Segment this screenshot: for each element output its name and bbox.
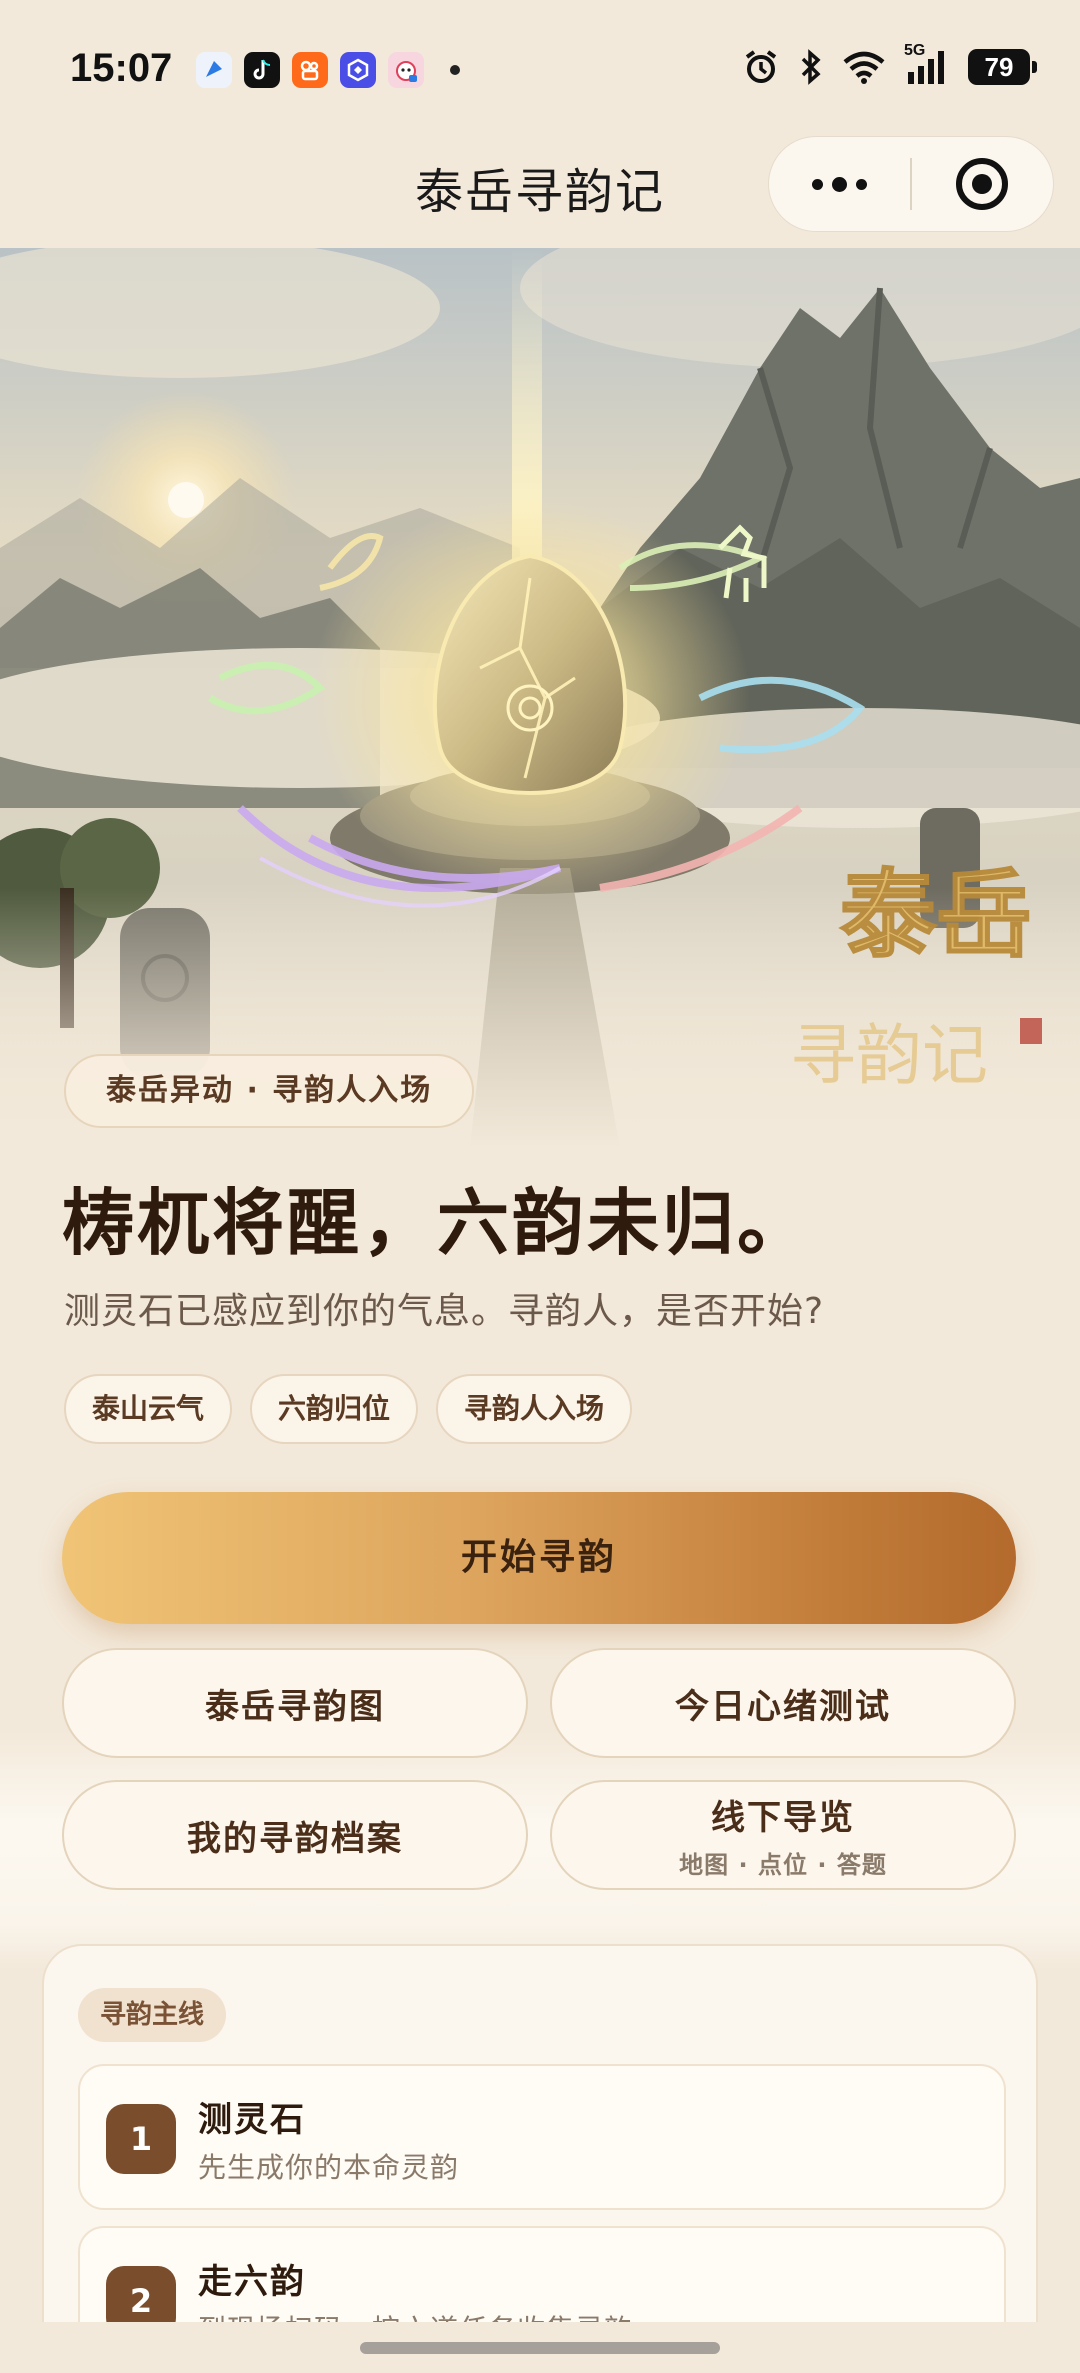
hero-logo-text: 泰岳 (840, 858, 1032, 971)
mood-test-button[interactable]: 今日心绪测试 (550, 1648, 1016, 1758)
step-description: 先生成你的本命灵韵 (198, 2151, 460, 2184)
close-mini-program-button[interactable] (912, 136, 1053, 232)
step-number: 1 (106, 2104, 176, 2174)
home-indicator[interactable] (360, 2342, 720, 2354)
hero-tag: 泰岳异动 · 寻韵人入场 (64, 1054, 475, 1128)
map-button[interactable]: 泰岳寻韵图 (62, 1648, 528, 1758)
theme-chips: 泰山云气 六韵归位 寻韵人入场 (64, 1374, 633, 1444)
more-button[interactable] (769, 136, 910, 232)
status-bar: 15:07 5G 79 (0, 0, 1080, 140)
bluetooth-icon (801, 49, 821, 85)
start-quest-button[interactable]: 开始寻韵 (62, 1492, 1016, 1624)
chip-seeker-enter: 寻韵人入场 (436, 1374, 633, 1444)
more-dot-icon (856, 178, 868, 190)
offline-tour-label: 线下导览 (711, 1798, 855, 1838)
wifi-icon (843, 51, 885, 84)
tiktok-icon (244, 52, 280, 88)
headline: 梼杌将醒，六韵未归。 (62, 1181, 813, 1265)
mainline-tag: 寻韵主线 (78, 1988, 227, 2042)
system-icons: 5G 79 (742, 42, 1037, 86)
target-icon (956, 158, 1009, 210)
status-time: 15:07 (70, 46, 173, 90)
more-dot-icon (812, 178, 824, 190)
step-item[interactable]: 1 测灵石 先生成你的本命灵韵 (78, 2064, 1006, 2210)
shield-app-icon (340, 52, 376, 88)
seal-stamp (1020, 1018, 1042, 1044)
archive-button-label: 我的寻韵档案 (187, 1818, 403, 1859)
hero-logo-sub: 寻韵记 (790, 1017, 988, 1094)
mini-program-capsule (768, 136, 1054, 232)
mood-test-button-label: 今日心绪测试 (675, 1686, 891, 1727)
archive-button[interactable]: 我的寻韵档案 (62, 1780, 528, 1890)
step-title: 走六韵 (198, 2262, 306, 2302)
signal-icon: 5G (904, 42, 950, 86)
offline-tour-sublabel: 地图 · 点位 · 答题 (679, 1851, 887, 1879)
alarm-icon (745, 50, 777, 83)
more-notifications-dot (450, 65, 460, 75)
chip-six-rhymes: 六韵归位 (250, 1374, 419, 1444)
action-grid: 泰岳寻韵图 今日心绪测试 我的寻韵档案 线下导览 地图 · 点位 · 答题 (62, 1648, 1016, 1890)
subline: 测灵石已感应到你的气息。寻韵人，是否开始? (64, 1291, 825, 1332)
hero-illustration: 泰岳 寻韵记 (0, 248, 1080, 1148)
offline-tour-button[interactable]: 线下导览 地图 · 点位 · 答题 (550, 1780, 1016, 1890)
step-title: 测灵石 (198, 2100, 306, 2140)
message-app-icon (196, 52, 232, 88)
map-button-label: 泰岳寻韵图 (205, 1686, 385, 1727)
battery-icon: 79 (968, 49, 1037, 85)
chip-cloud: 泰山云气 (64, 1374, 233, 1444)
kuaishou-icon (292, 52, 328, 88)
tiger-app-icon (388, 52, 424, 88)
notification-icons (196, 52, 460, 88)
hero-banner: 泰岳 寻韵记 (0, 248, 1080, 1148)
more-dot-icon (832, 176, 848, 192)
mainline-card: 寻韵主线 1 测灵石 先生成你的本命灵韵 2 走六韵 到现场扫码，按六道任务收集… (42, 1944, 1038, 2373)
